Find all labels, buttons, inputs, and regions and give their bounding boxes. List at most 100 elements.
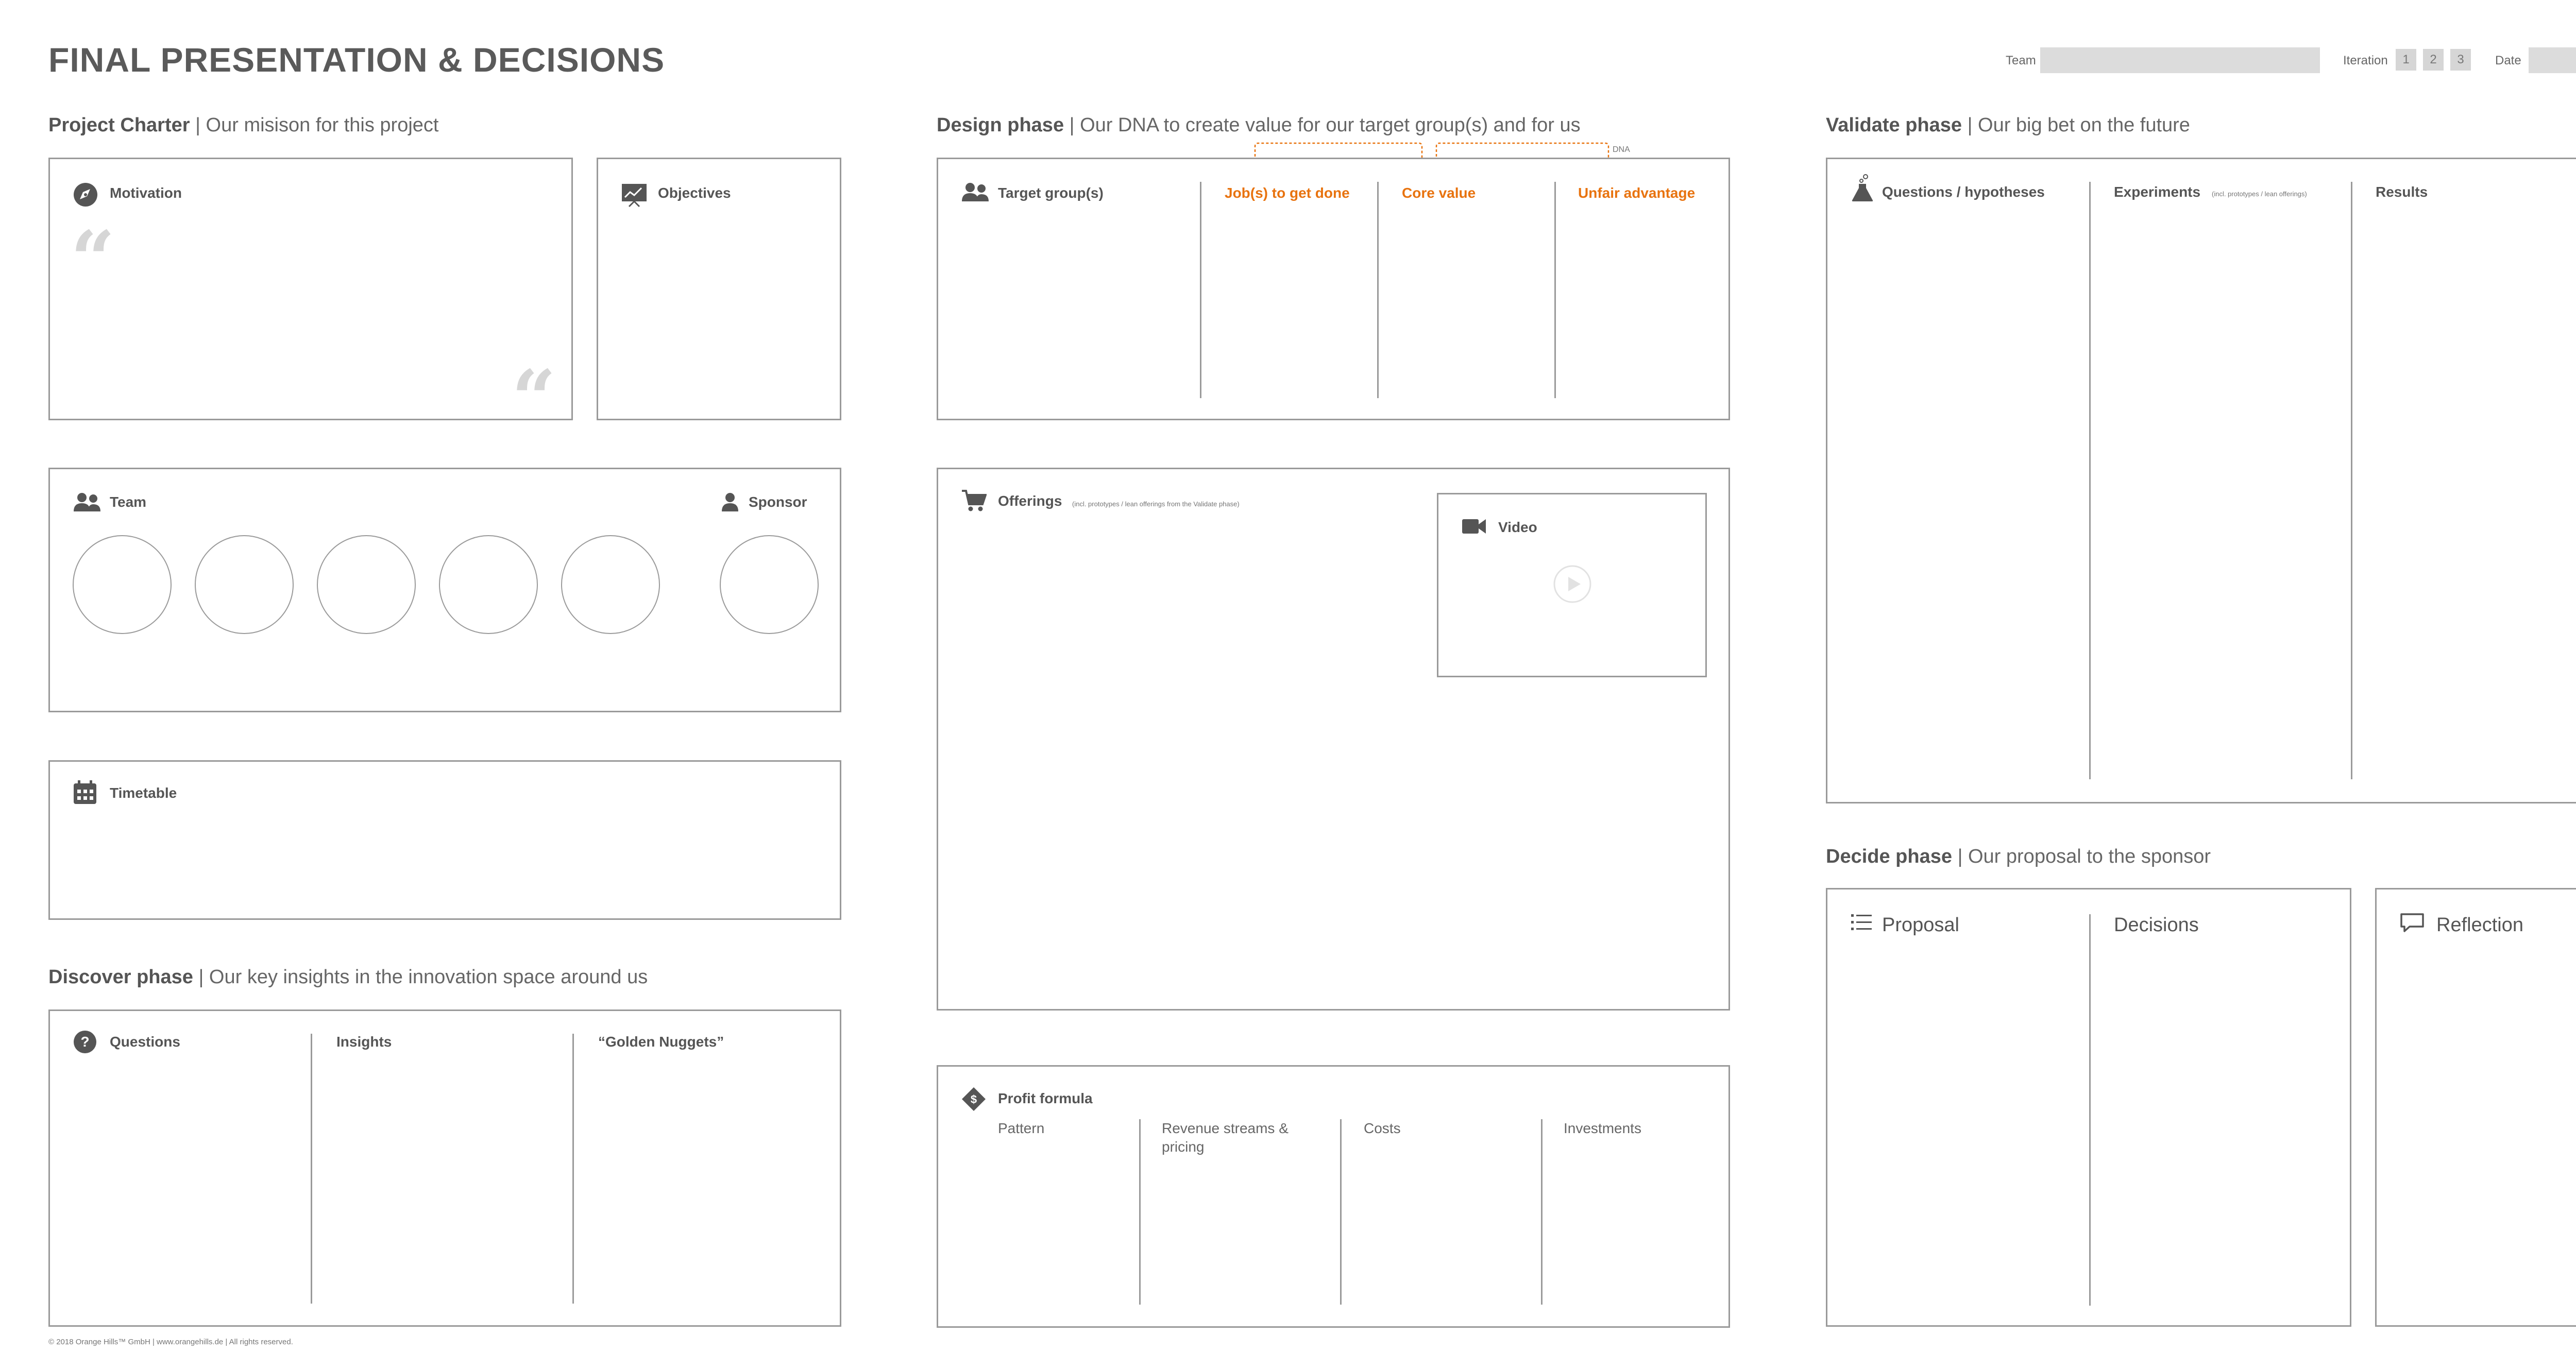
iteration-label: Iteration [2343, 54, 2388, 67]
quote-close-icon: “ [512, 353, 556, 444]
team-member-avatar[interactable] [439, 535, 538, 634]
timetable-label: Timetable [110, 785, 177, 801]
team-member-avatar[interactable] [317, 535, 416, 634]
page-title: FINAL PRESENTATION & DECISIONS [48, 41, 665, 79]
column-divider [311, 1034, 312, 1304]
reflection-box[interactable]: Reflection [2375, 888, 2576, 1327]
video-box[interactable]: Video [1437, 493, 1707, 677]
profit-col-costs: Costs [1364, 1120, 1401, 1136]
price-tag-icon: $ [962, 1087, 986, 1111]
proposal-box[interactable]: Proposal Decisions [1826, 888, 2351, 1327]
column-divider [1541, 1119, 1543, 1305]
iteration-3-box[interactable]: 3 [2450, 49, 2471, 71]
column-divider [572, 1034, 574, 1304]
play-icon[interactable] [1553, 564, 1592, 604]
team-member-avatar[interactable] [73, 535, 172, 634]
svg-text:?: ? [80, 1034, 89, 1050]
date-label: Date [2495, 54, 2521, 67]
discover-phase-title: Discover phase [48, 966, 193, 988]
discover-col-questions: Questions [110, 1034, 180, 1050]
offerings-note: (incl. prototypes / lean offerings from … [1072, 500, 1240, 508]
sponsor-icon [722, 493, 738, 511]
validate-phase-heading: Validate phase | Our big bet on the futu… [1826, 114, 2190, 136]
presentation-chart-icon [622, 184, 647, 208]
team-label: Team [110, 494, 147, 510]
objectives-label: Objectives [658, 185, 731, 201]
design-phase-subtitle: | Our DNA to create value for our target… [1069, 114, 1581, 136]
video-label: Video [1498, 519, 1537, 535]
column-divider [2089, 914, 2091, 1306]
column-divider [2089, 182, 2091, 779]
column-divider [1200, 182, 1201, 398]
validate-col-results: Results [2376, 184, 2428, 200]
sponsor-avatar[interactable] [720, 535, 819, 634]
discover-col-insights: Insights [336, 1034, 392, 1050]
validate-col-experiments: Experiments [2114, 184, 2201, 200]
dna-label: DNA [1613, 145, 1630, 154]
discover-phase-heading: Discover phase | Our key insights in the… [48, 966, 648, 988]
team-box[interactable]: Team Sponsor [48, 468, 841, 712]
discover-box[interactable]: ? Questions Insights “Golden Nuggets” [48, 1009, 841, 1327]
proposal-label: Proposal [1882, 914, 1959, 936]
profit-formula-label: Profit formula [998, 1090, 1093, 1106]
question-icon: ? [74, 1031, 96, 1053]
calendar-icon [74, 780, 96, 804]
team-input[interactable] [2040, 47, 2320, 73]
project-charter-subtitle: | Our misison for this project [195, 114, 439, 136]
decide-phase-subtitle: | Our proposal to the sponsor [1957, 846, 2211, 867]
validate-col-questions: Questions / hypotheses [1882, 184, 2045, 200]
column-divider [1139, 1119, 1141, 1305]
sponsor-label: Sponsor [749, 494, 807, 510]
core-value-label: Core value [1402, 185, 1476, 201]
team-field-label: Team [2006, 54, 2036, 67]
target-group-icon [962, 183, 989, 201]
offerings-box[interactable]: Offerings (incl. prototypes / lean offer… [937, 468, 1730, 1011]
quote-open-icon: “ [71, 214, 115, 305]
validate-phase-subtitle: | Our big bet on the future [1967, 114, 2190, 136]
copyright-footer: © 2018 Orange Hills™ GmbH | www.orangehi… [48, 1338, 293, 1346]
flask-icon [1852, 174, 1873, 201]
column-divider [1554, 182, 1556, 398]
validate-phase-title: Validate phase [1826, 114, 1962, 136]
video-camera-icon [1462, 519, 1486, 534]
team-member-avatar[interactable] [195, 535, 294, 634]
design-phase-heading: Design phase | Our DNA to create value f… [937, 114, 1581, 136]
column-divider [1340, 1119, 1342, 1305]
column-divider [2351, 182, 2352, 779]
profit-col-pattern: Pattern [998, 1120, 1045, 1136]
project-charter-heading: Project Charter | Our misison for this p… [48, 114, 438, 136]
dna-box[interactable]: Target group(s) Job(s) to get done Core … [937, 158, 1730, 420]
design-phase-title: Design phase [937, 114, 1064, 136]
profit-col-revenue: Revenue streams & pricing [1162, 1120, 1289, 1155]
column-divider [1377, 182, 1379, 398]
offerings-label: Offerings [998, 493, 1062, 509]
iteration-2-box[interactable]: 2 [2423, 49, 2444, 71]
unfair-advantage-label: Unfair advantage [1578, 185, 1696, 201]
decisions-label: Decisions [2114, 914, 2199, 936]
objectives-box[interactable]: Objectives [597, 158, 841, 420]
target-groups-label: Target group(s) [998, 185, 1104, 201]
timetable-box[interactable]: Timetable [48, 760, 841, 920]
list-icon [1851, 914, 1872, 930]
decide-phase-title: Decide phase [1826, 846, 1952, 867]
team-icon [74, 493, 100, 511]
date-input[interactable] [2529, 47, 2576, 73]
svg-text:$: $ [971, 1093, 977, 1106]
shopping-cart-icon [962, 490, 987, 511]
speech-bubble-icon [2400, 913, 2424, 932]
jobs-label: Job(s) to get done [1225, 185, 1350, 201]
motivation-label: Motivation [110, 185, 182, 201]
team-member-avatar[interactable] [561, 535, 660, 634]
reflection-label: Reflection [2436, 914, 2523, 936]
experiments-note: (incl. prototypes / lean offerings) [2212, 190, 2307, 198]
motivation-box[interactable]: Motivation “ “ [48, 158, 573, 437]
profit-col-investments: Investments [1564, 1120, 1641, 1136]
compass-icon [74, 183, 97, 207]
project-charter-title: Project Charter [48, 114, 190, 136]
profit-formula-box[interactable]: $ Profit formula Pattern Revenue streams… [937, 1065, 1730, 1328]
decide-phase-heading: Decide phase | Our proposal to the spons… [1826, 846, 2211, 868]
discover-phase-subtitle: | Our key insights in the innovation spa… [198, 966, 648, 988]
validate-box[interactable]: Questions / hypotheses Experiments (incl… [1826, 158, 2576, 803]
discover-col-golden-nuggets: “Golden Nuggets” [598, 1034, 724, 1050]
iteration-1-box[interactable]: 1 [2396, 49, 2416, 71]
